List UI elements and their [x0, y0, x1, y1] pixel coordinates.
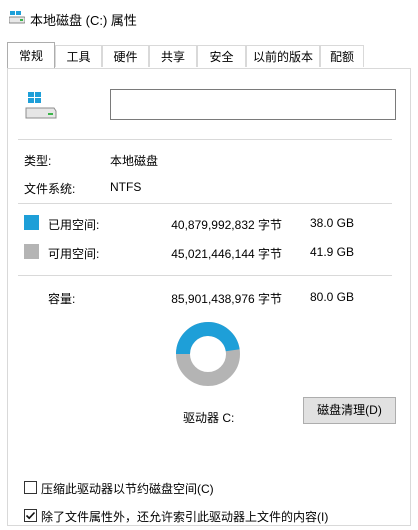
disk-usage-donut [176, 322, 240, 386]
window-title: 本地磁盘 (C:) 属性 [30, 13, 137, 28]
local-disk-icon [25, 92, 57, 119]
separator [18, 275, 392, 276]
drive-label: 驱动器 C: [183, 411, 235, 425]
disk-cleanup-button[interactable]: 磁盘清理(D) [303, 397, 396, 424]
free-space-swatch [24, 244, 39, 259]
free-space-size: 41.9 GB [309, 245, 354, 259]
volume-name-input[interactable] [110, 89, 396, 120]
separator [18, 203, 392, 204]
type-value: 本地磁盘 [110, 154, 159, 168]
tab-security[interactable]: 安全 [197, 45, 246, 67]
used-space-size: 38.0 GB [309, 216, 354, 230]
index-checkbox-label[interactable]: 除了文件属性外，还允许索引此驱动器上文件的内容(I) [41, 508, 328, 525]
used-space-bytes: 40,879,992,832 字节 [171, 218, 282, 232]
checkmark-icon [25, 511, 36, 520]
tab-tools[interactable]: 工具 [55, 45, 102, 67]
separator [18, 139, 392, 140]
free-space-bytes: 45,021,446,144 字节 [171, 247, 282, 261]
tab-hardware[interactable]: 硬件 [102, 45, 149, 67]
tab-quota[interactable]: 配额 [320, 45, 364, 67]
index-checkbox[interactable] [24, 509, 37, 522]
drive-icon [9, 11, 25, 24]
type-label: 类型: [24, 154, 52, 168]
tab-general[interactable]: 常规 [7, 42, 55, 68]
used-space-arc [176, 322, 240, 355]
capacity-size: 80.0 GB [309, 290, 354, 304]
tab-strip: 常规 工具 硬件 共享 安全 以前的版本 配额 [0, 42, 418, 69]
free-space-label: 可用空间: [48, 247, 100, 261]
capacity-label: 容量: [48, 292, 76, 306]
used-space-swatch [24, 215, 39, 230]
used-space-label: 已用空间: [48, 218, 100, 232]
filesystem-value: NTFS [110, 180, 142, 194]
filesystem-label: 文件系统: [24, 182, 76, 196]
tab-previous-versions[interactable]: 以前的版本 [246, 45, 320, 67]
capacity-bytes: 85,901,438,976 字节 [171, 292, 282, 306]
compress-checkbox[interactable] [24, 481, 37, 494]
compress-checkbox-label[interactable]: 压缩此驱动器以节约磁盘空间(C) [41, 480, 214, 497]
title-bar: 本地磁盘 (C:) 属性 [0, 0, 418, 36]
tab-sharing[interactable]: 共享 [149, 45, 197, 67]
